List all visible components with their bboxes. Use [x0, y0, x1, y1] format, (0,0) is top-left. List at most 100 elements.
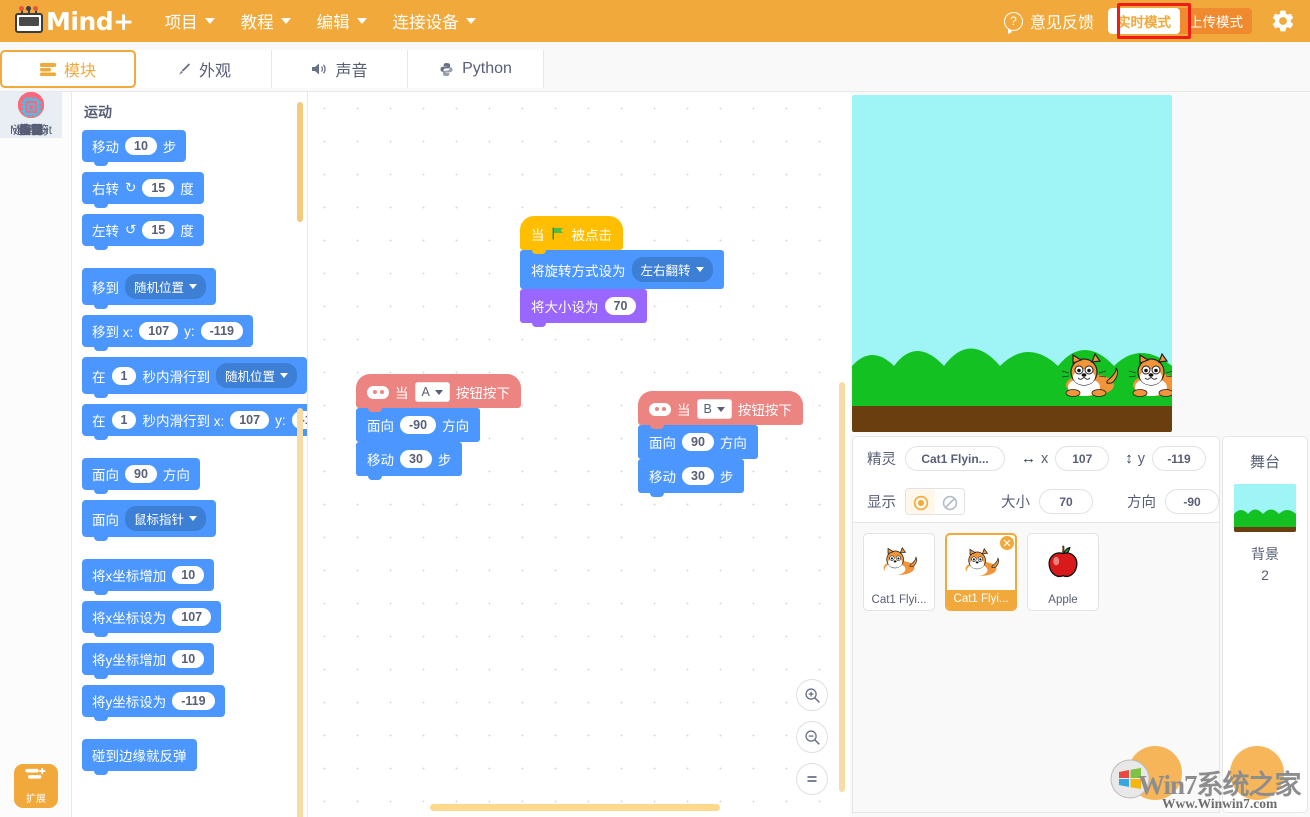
stage-pane-title: 舞台: [1249, 454, 1280, 471]
block-text: 面向: [92, 468, 119, 483]
sprite-show-button[interactable]: [906, 489, 935, 514]
block-dropdown-rotation-style[interactable]: 左右翻转: [631, 257, 713, 282]
dropdown-value: 随机位置: [134, 281, 185, 295]
block-input-x[interactable]: 107: [172, 608, 212, 626]
block-palette[interactable]: 运动 移动 10 步 右转 ↻ 15 度 左转 ↺ 15 度 移到 随机位置 移…: [72, 92, 308, 817]
block-move-steps[interactable]: 移动 30 步: [356, 442, 463, 480]
extension-button[interactable]: 扩展: [14, 764, 58, 808]
block-dropdown-button[interactable]: B: [696, 399, 732, 419]
feedback-button[interactable]: ? 意见反馈: [1003, 9, 1094, 34]
tab-python[interactable]: Python: [408, 50, 544, 88]
tab-sound[interactable]: 声音: [272, 50, 408, 88]
block-input-secs[interactable]: 1: [111, 366, 137, 385]
block-dropdown-position[interactable]: 随机位置: [125, 274, 207, 299]
palette-block-change-x[interactable]: 将x坐标增加 10: [82, 559, 215, 595]
block-point-direction[interactable]: 面向 90 方向: [638, 425, 758, 463]
sprite-card-3-name: Apple: [1048, 594, 1078, 606]
sprite-name-input[interactable]: Cat1 Flyin...: [905, 446, 1005, 471]
sprite-card-1[interactable]: Cat1 Flyi...: [863, 533, 935, 611]
category-microbit[interactable]: Microbit: [0, 92, 62, 138]
block-input-dy[interactable]: 10: [172, 650, 205, 668]
block-input-direction[interactable]: 90: [682, 433, 714, 451]
palette-block-turn-left[interactable]: 左转 ↺ 15 度: [82, 214, 204, 250]
palette-block-point-direction[interactable]: 面向 90 方向: [82, 458, 200, 494]
block-input-x[interactable]: 107: [230, 411, 270, 429]
palette-block-bounce-edge[interactable]: 碰到边缘就反弹: [82, 739, 197, 775]
script-button-b[interactable]: 当 B 按钮按下 面向 90 方向 移动 30 步: [638, 391, 803, 497]
block-dropdown-towards[interactable]: 鼠标指针: [125, 506, 207, 531]
block-input-steps[interactable]: 10: [125, 137, 157, 155]
palette-scrollbar[interactable]: [297, 408, 303, 817]
sprite-x-label: x: [1041, 450, 1049, 467]
block-dropdown-position[interactable]: 随机位置: [215, 363, 297, 388]
block-input-degrees[interactable]: 15: [142, 179, 175, 197]
gear-icon[interactable]: [1270, 8, 1296, 34]
block-when-button-b-pressed[interactable]: 当 B 按钮按下: [638, 391, 803, 429]
palette-block-turn-right[interactable]: 右转 ↻ 15 度: [82, 172, 204, 208]
block-point-direction[interactable]: 面向 -90 方向: [356, 408, 481, 446]
sprite-y-input[interactable]: -119: [1152, 446, 1206, 471]
script-flag[interactable]: 当 被点击 将旋转方式设为 左右翻转 将大小设为 70: [520, 216, 724, 327]
block-text: 移动: [649, 470, 676, 485]
palette-block-move-steps[interactable]: 移动 10 步: [82, 130, 187, 166]
block-input-dx[interactable]: 10: [172, 566, 205, 584]
block-input-size[interactable]: 70: [604, 297, 637, 315]
backdrop-thumbnail[interactable]: [1234, 484, 1296, 532]
zoom-out-icon[interactable]: [796, 721, 828, 753]
realtime-mode-button[interactable]: 实时模式: [1108, 8, 1180, 34]
block-input-degrees[interactable]: 15: [142, 221, 175, 239]
block-set-rotation-style[interactable]: 将旋转方式设为 左右翻转: [520, 250, 724, 293]
block-dropdown-button[interactable]: A: [414, 382, 450, 402]
block-text: y:: [275, 412, 286, 428]
block-input-direction[interactable]: 90: [125, 465, 157, 483]
block-input-x[interactable]: 107: [139, 322, 179, 340]
script-workspace[interactable]: 当 被点击 将旋转方式设为 左右翻转 将大小设为 70 当 A 按钮按下 面向 …: [308, 92, 850, 817]
block-when-flag-clicked[interactable]: 当 被点击: [520, 216, 623, 254]
block-set-size[interactable]: 将大小设为 70: [520, 289, 648, 327]
backdrop-name: 背景: [1251, 546, 1279, 562]
block-input-direction[interactable]: -90: [400, 416, 437, 434]
tab-looks[interactable]: 外观: [136, 50, 272, 88]
palette-block-goto-xy[interactable]: 移到 x: 107 y: -119: [82, 315, 253, 351]
menu-connect-device[interactable]: 连接设备: [382, 4, 487, 38]
dropdown-value: B: [703, 402, 712, 416]
palette-block-glide-xy[interactable]: 在 1 秒内滑行到 x: 107 y: -119: [82, 404, 307, 440]
delete-sprite-icon[interactable]: ✕: [998, 535, 1015, 552]
palette-block-glide-position[interactable]: 在 1 秒内滑行到 随机位置: [82, 357, 307, 398]
tab-blocks[interactable]: 模块: [0, 50, 136, 88]
zoom-in-icon[interactable]: [796, 679, 828, 711]
script-button-a[interactable]: 当 A 按钮按下 面向 -90 方向 移动 30 步: [356, 374, 521, 480]
palette-block-set-x[interactable]: 将x坐标设为 107: [82, 601, 222, 637]
block-text: 度: [180, 224, 194, 239]
sprite-size-input[interactable]: 70: [1039, 489, 1093, 514]
sprite-card-2[interactable]: ✕ Cat1 Flyi...: [945, 533, 1017, 611]
block-input-secs[interactable]: 1: [111, 411, 137, 429]
palette-block-set-y[interactable]: 将y坐标设为 -119: [82, 685, 225, 721]
sprite-direction-input[interactable]: -90: [1165, 489, 1219, 514]
block-move-steps[interactable]: 移动 30 步: [638, 459, 745, 497]
stage-sprite-cat-2[interactable]: [1126, 353, 1172, 399]
block-input-y[interactable]: -119: [200, 322, 243, 340]
palette-block-goto-position[interactable]: 移到 随机位置: [82, 268, 217, 309]
block-input-steps[interactable]: 30: [682, 467, 714, 485]
block-when-button-a-pressed[interactable]: 当 A 按钮按下: [356, 374, 521, 412]
sprite-x-input[interactable]: 107: [1055, 446, 1110, 471]
block-input-steps[interactable]: 30: [400, 450, 432, 468]
palette-block-change-y[interactable]: 将y坐标增加 10: [82, 643, 215, 679]
upload-mode-button[interactable]: 上传模式: [1180, 8, 1252, 34]
sprite-card-3[interactable]: Apple: [1027, 533, 1099, 611]
stage-canvas[interactable]: [852, 95, 1172, 432]
menu-tutorial[interactable]: 教程: [230, 4, 302, 38]
block-input-y[interactable]: -119: [172, 692, 215, 710]
palette-block-point-towards[interactable]: 面向 鼠标指针: [82, 500, 217, 541]
menu-edit[interactable]: 编辑: [306, 4, 378, 38]
palette-scrollbar-top[interactable]: [297, 102, 303, 222]
sprite-hide-button[interactable]: [935, 489, 964, 514]
workspace-vertical-scrollbar[interactable]: [839, 382, 845, 792]
stage-sprite-cat-1[interactable]: [1059, 353, 1121, 399]
menu-project[interactable]: 项目: [154, 4, 226, 38]
zoom-reset-icon[interactable]: [796, 763, 828, 795]
sprite-card-2-name: Cat1 Flyi...: [947, 590, 1015, 609]
workspace-horizontal-scrollbar[interactable]: [430, 804, 720, 811]
brush-icon: [176, 62, 191, 76]
